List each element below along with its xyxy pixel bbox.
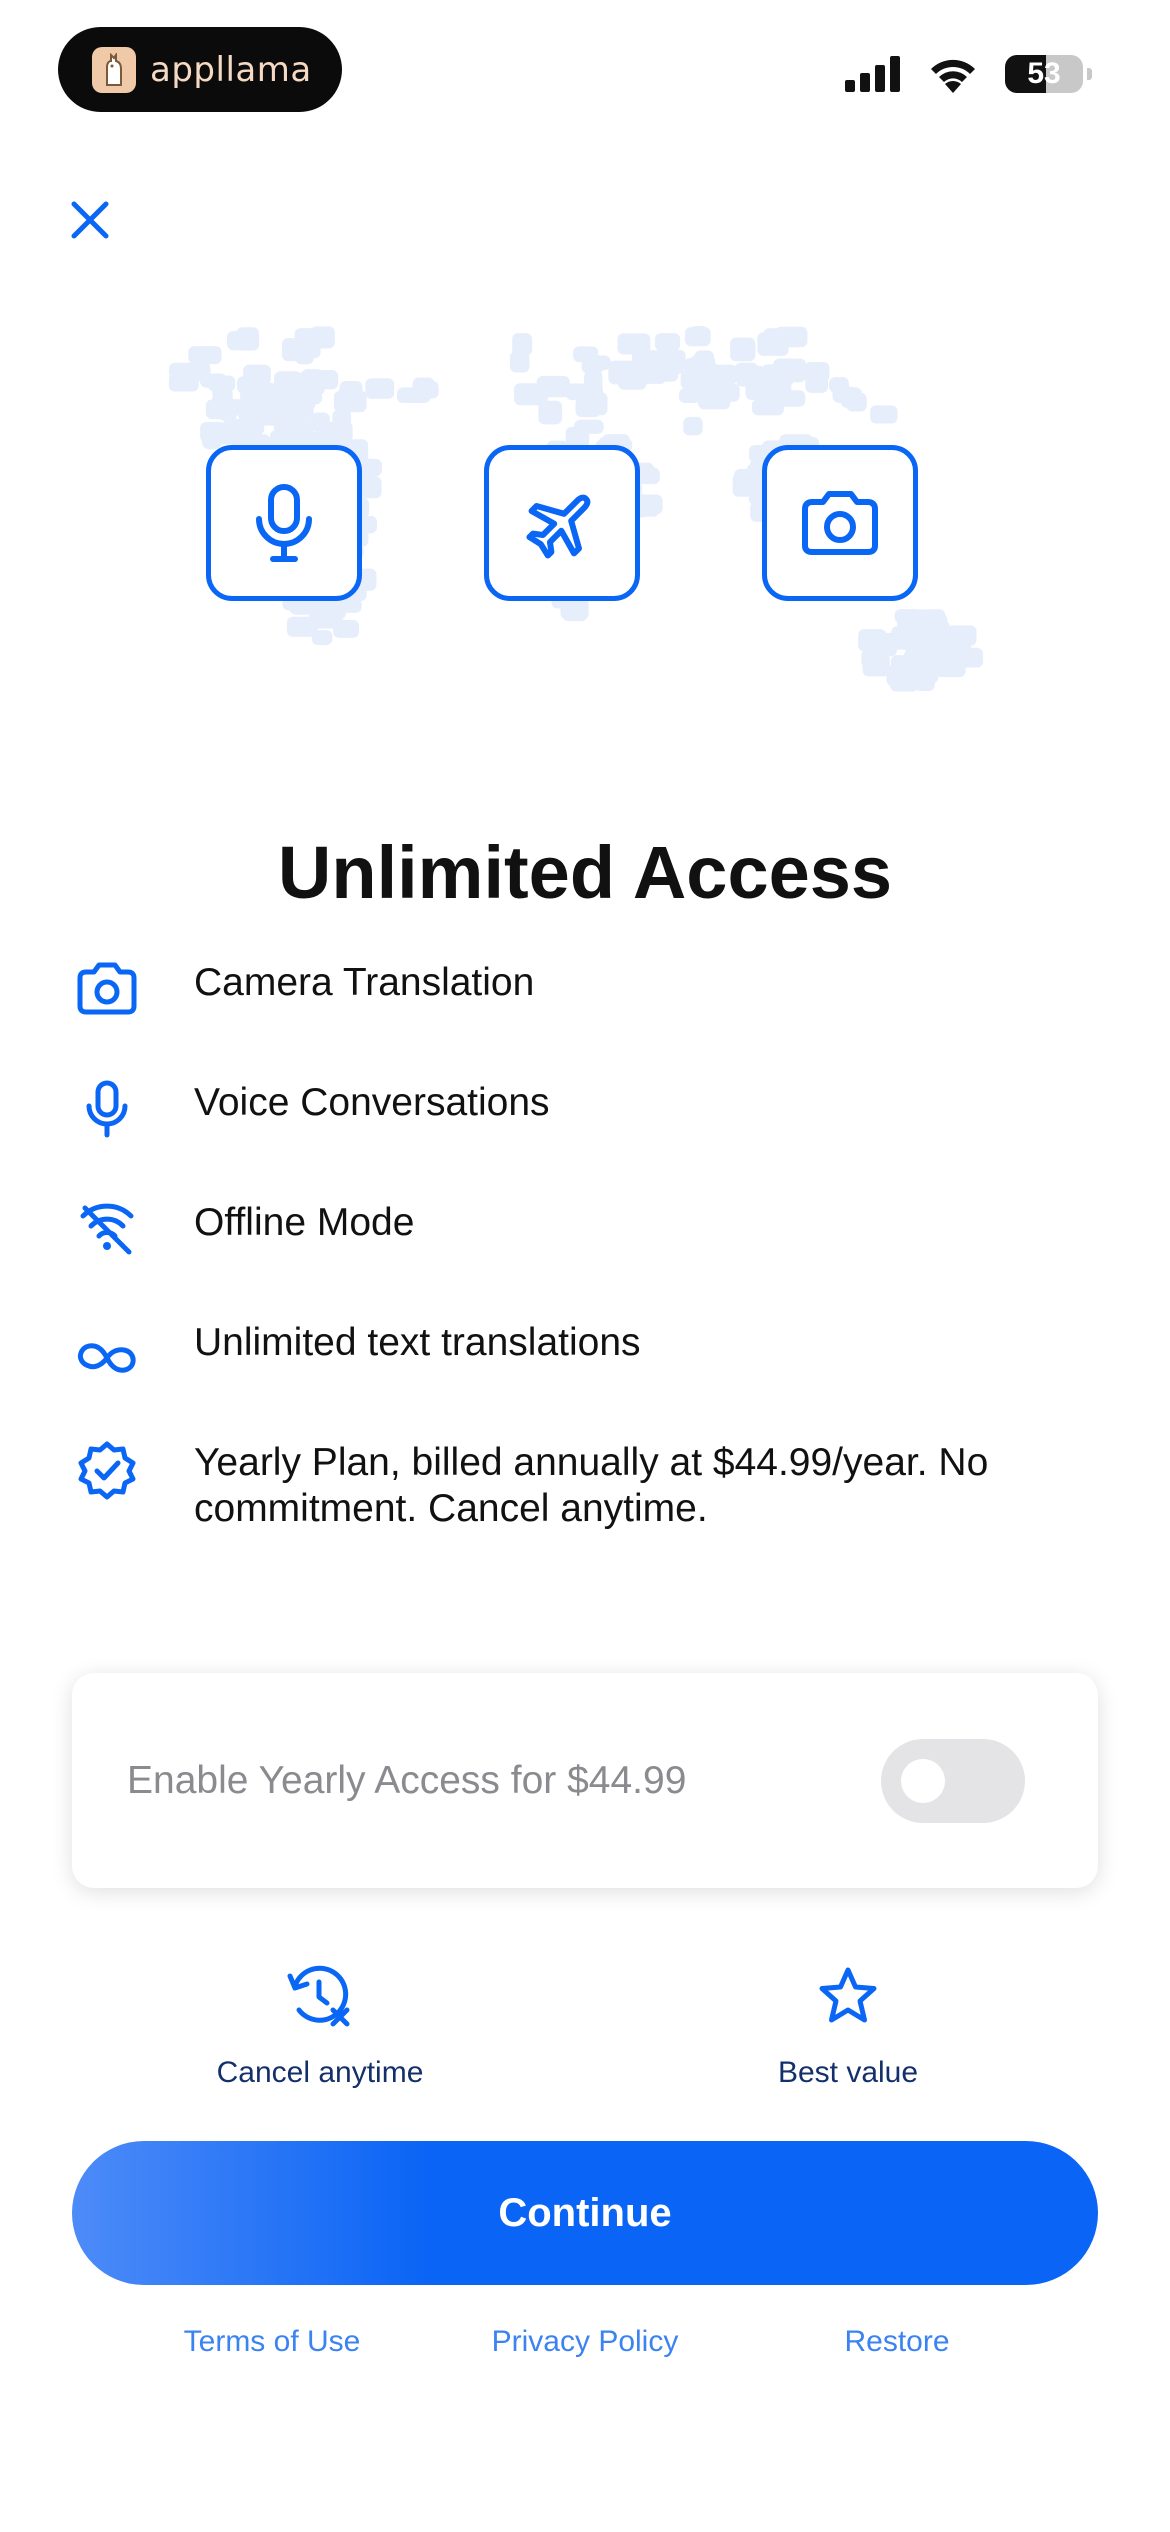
map-speech-bubble <box>333 620 360 638</box>
map-speech-bubble <box>745 379 779 400</box>
page-title: Unlimited Access <box>277 831 893 914</box>
map-speech-bubble <box>591 355 611 371</box>
map-speech-bubble <box>311 630 333 646</box>
map-speech-bubble <box>735 362 758 380</box>
map-speech-bubble <box>332 409 352 428</box>
map-speech-bubble <box>775 326 808 348</box>
close-icon <box>71 201 109 239</box>
feature-label: Voice Conversations <box>194 1081 550 1124</box>
terms-of-use-link[interactable]: Terms of Use <box>122 2325 422 2359</box>
map-speech-bubble <box>396 387 431 403</box>
map-speech-bubble <box>311 412 330 433</box>
llama-logo-icon <box>92 46 136 93</box>
map-speech-bubble <box>295 396 316 411</box>
map-speech-bubble <box>301 369 324 391</box>
feature-item: Camera Translation <box>74 960 534 1026</box>
map-speech-bubble <box>680 370 703 390</box>
airplane-icon <box>526 494 591 559</box>
map-speech-bubble <box>260 402 280 423</box>
feature-item: Voice Conversations <box>74 1080 550 1146</box>
map-speech-bubble <box>897 612 921 632</box>
map-speech-bubble <box>870 405 898 424</box>
map-speech-bubble <box>212 387 233 411</box>
map-speech-bubble <box>865 640 888 658</box>
map-speech-bubble <box>773 358 807 383</box>
map-speech-bubble <box>903 636 922 652</box>
feature-item: Yearly Plan, billed annually at $44.99/y… <box>74 1440 988 1530</box>
map-speech-bubble <box>684 327 711 347</box>
map-speech-bubble <box>236 327 260 351</box>
map-speech-bubble <box>654 333 681 351</box>
map-speech-bubble <box>610 362 632 382</box>
feature-label: Offline Mode <box>194 1201 415 1244</box>
map-speech-bubble <box>635 362 667 384</box>
brand-badge[interactable]: appllama <box>58 27 342 112</box>
hero-microphone-tile <box>206 445 362 601</box>
hero-camera-tile <box>762 445 918 601</box>
close-button[interactable] <box>60 190 120 250</box>
feature-label: Camera Translation <box>194 961 535 1004</box>
map-speech-bubble <box>294 328 319 345</box>
perk-cancel-anytime: Cancel anytime <box>120 1960 520 2090</box>
cellular-signal-icon <box>845 56 900 92</box>
feature-item: Offline Mode <box>74 1200 414 1266</box>
yearly-access-card[interactable]: Enable Yearly Access for $44.99 <box>72 1673 1098 1888</box>
map-speech-bubble <box>311 605 330 625</box>
map-speech-bubble <box>226 421 246 437</box>
hero-airplane-tile <box>484 445 640 601</box>
map-speech-bubble <box>337 387 364 410</box>
privacy-policy-link[interactable]: Privacy Policy <box>435 2325 735 2359</box>
hero-illustration <box>160 320 1010 740</box>
map-speech-bubble <box>365 378 395 399</box>
feature-label: Yearly Plan, billed annually at $44.99/y… <box>194 1441 989 1530</box>
wifi-icon <box>931 59 975 93</box>
microphone-icon <box>256 484 312 562</box>
brand-name: appllama <box>150 49 312 90</box>
wifi-off-icon <box>80 1203 134 1255</box>
map-speech-bubble <box>952 647 984 668</box>
star-icon <box>819 1967 877 2023</box>
map-speech-bubble <box>188 346 222 365</box>
map-speech-bubble <box>683 416 703 436</box>
map-speech-bubble <box>514 383 548 406</box>
camera-icon <box>77 962 137 1015</box>
perk-label: Best value <box>777 2056 919 2089</box>
battery-level: 53 <box>1027 57 1061 90</box>
map-speech-bubble <box>512 333 533 356</box>
infinity-icon <box>77 1343 136 1373</box>
history-cancel-icon <box>287 1965 350 2027</box>
feature-item: Unlimited text translations <box>74 1320 641 1386</box>
yearly-access-label: Enable Yearly Access for $44.99 <box>127 1758 687 1802</box>
map-speech-bubble <box>168 372 199 392</box>
map-speech-bubble <box>890 655 910 679</box>
map-speech-bubble <box>805 375 828 393</box>
map-speech-bubble <box>584 370 603 394</box>
battery-icon: 53 <box>1005 55 1083 93</box>
feature-label: Unlimited text translations <box>194 1321 641 1364</box>
toggle-knob <box>901 1759 945 1803</box>
map-speech-bubble <box>730 337 756 362</box>
system-icons: 53 <box>845 55 1092 93</box>
perk-label: Cancel anytime <box>216 2056 424 2089</box>
camera-icon <box>802 491 878 555</box>
map-speech-bubble <box>274 371 302 394</box>
map-speech-bubble <box>829 377 849 393</box>
map-speech-bubble <box>200 422 227 443</box>
verified-badge-icon <box>78 1441 136 1500</box>
yearly-access-toggle[interactable] <box>881 1739 1025 1823</box>
map-speech-bubble <box>684 387 714 403</box>
map-speech-bubble <box>295 347 314 365</box>
restore-link[interactable]: Restore <box>747 2325 1047 2359</box>
map-speech-bubble <box>913 660 939 684</box>
map-speech-bubble <box>565 383 586 401</box>
microphone-icon <box>86 1080 128 1138</box>
continue-button[interactable]: Continue <box>72 2141 1098 2285</box>
perk-best-value: Best value <box>648 1960 1048 2090</box>
battery-nub <box>1087 68 1092 80</box>
map-speech-bubble <box>846 392 867 412</box>
map-speech-bubble <box>243 364 271 385</box>
map-speech-bubble <box>921 620 950 641</box>
status-bar: appllama 53 <box>0 0 1170 140</box>
